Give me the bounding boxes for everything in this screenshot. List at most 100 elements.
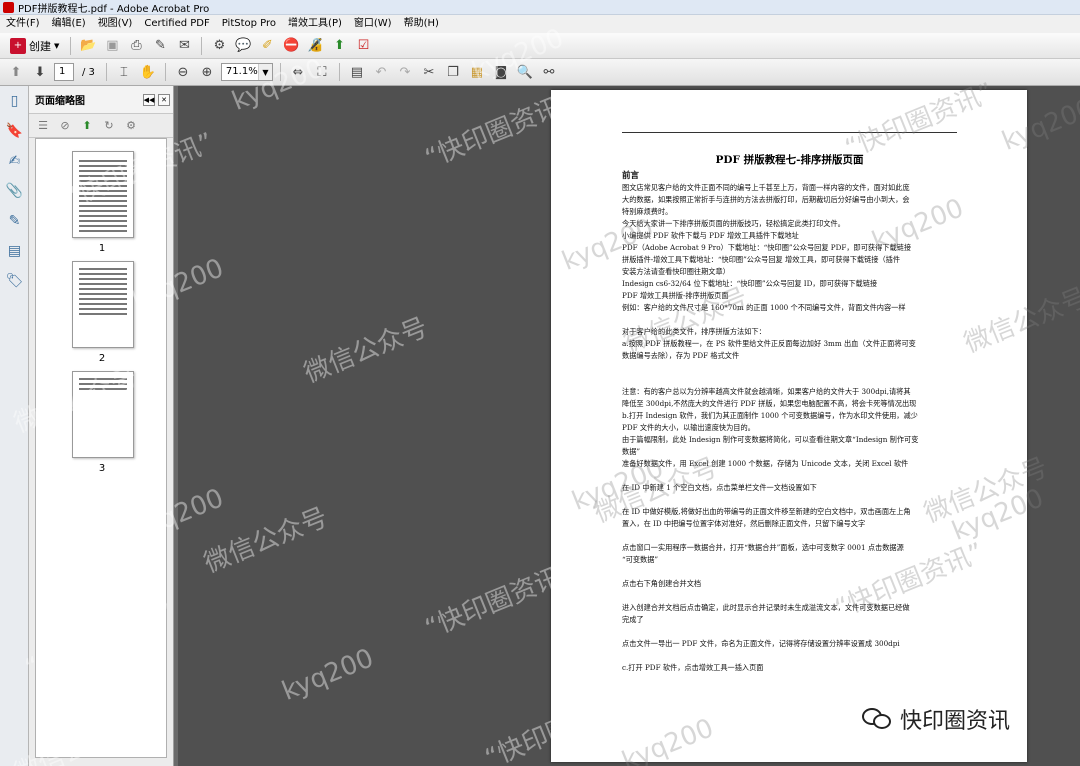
undo-button[interactable]: ↶ bbox=[371, 62, 391, 82]
document-body: 前言 图文店常见客户给的文件正面不同的编号上千甚至上万，背面一样内容的文件，面对如… bbox=[622, 170, 962, 674]
header-rule bbox=[622, 132, 957, 133]
fit-page-button[interactable]: ⛶ bbox=[312, 62, 332, 82]
zoom-value[interactable]: 71.1% bbox=[222, 64, 258, 80]
document-page: PDF 拼版教程七-排序拼版页面 前言 图文店常见客户给的文件正面不同的编号上千甚… bbox=[551, 90, 1027, 762]
print-button[interactable]: ⎙ bbox=[126, 36, 146, 56]
tag-icon: 🏷 bbox=[5, 273, 24, 289]
document-line: “可变数据” bbox=[622, 555, 659, 564]
open-button[interactable]: 📂 bbox=[78, 36, 98, 56]
chevron-down-icon[interactable]: ▼ bbox=[257, 64, 272, 80]
rotate-icon[interactable]: ↻ bbox=[101, 118, 117, 134]
prev-page-button[interactable]: ⬆ bbox=[6, 62, 26, 82]
combine-button[interactable]: ⬆ bbox=[329, 36, 349, 56]
paste-button[interactable]: ▦ bbox=[467, 62, 487, 82]
delete-page-icon[interactable]: ⊘ bbox=[57, 118, 73, 134]
panel-title: 页面缩略图 bbox=[35, 96, 85, 107]
brand-label: 快印圈资讯 bbox=[900, 709, 1011, 734]
zoom-select[interactable]: 71.1% ▼ bbox=[220, 63, 273, 81]
acrobat-logo-icon bbox=[3, 1, 14, 13]
document-line: 进入创建合并文档后点击确定，此时显示合并记录时未生成溢流文本，文件可变数据已经做 bbox=[622, 603, 910, 612]
tags-panel-button[interactable]: 🏷 bbox=[0, 266, 29, 296]
save-button[interactable]: ▣ bbox=[102, 36, 122, 56]
page-thumbnail-3[interactable] bbox=[72, 371, 134, 458]
document-title: PDF 拼版教程七-排序拼版页面 bbox=[715, 154, 864, 166]
menu-window[interactable]: 窗口(W) bbox=[348, 15, 398, 33]
panel-toolbar: ☰ ⊘ ⬆ ↻ ⚙ bbox=[29, 114, 173, 138]
page-thumbnails-panel: 页面缩略图 ◀◀ ✕ ☰ ⊘ ⬆ ↻ ⚙ 1 2 3 bbox=[29, 86, 174, 766]
highlight-button[interactable]: ✐ bbox=[257, 36, 277, 56]
tool-button[interactable]: ▤ bbox=[347, 62, 367, 82]
wechat-icon bbox=[862, 706, 894, 732]
form-button[interactable]: ☑ bbox=[353, 36, 373, 56]
menu-plugins[interactable]: 增效工具(P) bbox=[282, 15, 348, 33]
menu-pitstop-pro[interactable]: PitStop Pro bbox=[216, 15, 282, 33]
page-number-input[interactable]: 1 bbox=[54, 63, 74, 81]
properties-icon[interactable]: ⚙ bbox=[123, 118, 139, 134]
pages-panel-button[interactable]: ▯ bbox=[0, 86, 29, 116]
save-icon: ▣ bbox=[106, 38, 119, 53]
document-line: 今天给大家讲一下排序拼版页面的拼版技巧，轻松搞定此类打印文件。 bbox=[622, 219, 845, 228]
prev-page-icon: ⬆ bbox=[10, 64, 22, 80]
cut-button[interactable]: ✂ bbox=[419, 62, 439, 82]
menu-file[interactable]: 文件(F) bbox=[0, 15, 46, 33]
create-icon: + bbox=[10, 37, 26, 54]
document-line: 图文店常见客户给的文件正面不同的编号上千甚至上万，背面一样内容的文件，面对如此庞 bbox=[622, 183, 910, 192]
search-button[interactable]: 🔍 bbox=[515, 62, 535, 82]
document-line: PDF 文件的大小，以输出速度快为目的。 bbox=[622, 423, 755, 432]
create-button[interactable]: + 创建 ▼ bbox=[6, 36, 63, 56]
zoom-out-button[interactable]: ⊖ bbox=[173, 62, 193, 82]
panel-splitter[interactable] bbox=[174, 86, 178, 766]
attachments-panel-button[interactable]: 📎 bbox=[0, 176, 29, 206]
document-line: 在 ID 中新建 1 个空白文档，点击菜单栏文件一文档设置如下 bbox=[622, 483, 817, 492]
navigation-pane-strip: ▯ 🔖 ✍ 📎 ✎ ▤ 🏷 bbox=[0, 86, 29, 766]
edit-icon: ✎ bbox=[154, 38, 166, 53]
settings-button[interactable]: ⚙ bbox=[209, 36, 229, 56]
next-page-button[interactable]: ⬇ bbox=[30, 62, 50, 82]
open-icon: 📂 bbox=[80, 38, 97, 53]
find-button[interactable]: ⚯ bbox=[539, 62, 559, 82]
brand-badge: 快印圈资讯 bbox=[862, 703, 1010, 735]
snapshot-button[interactable]: ◙ bbox=[491, 62, 511, 82]
thumbnail-label: 2 bbox=[98, 353, 106, 364]
menu-certified-pdf[interactable]: Certified PDF bbox=[138, 15, 215, 33]
zoom-in-button[interactable]: ⊕ bbox=[197, 62, 217, 82]
collapse-panel-button[interactable]: ◀◀ bbox=[143, 93, 155, 106]
signatures-panel-button[interactable]: ✍ bbox=[0, 146, 29, 176]
layers-panel-button[interactable]: ✎ bbox=[0, 206, 29, 236]
document-line: PDF（Adobe Acrobat 9 Pro）下载地址：“快印圈”公众号回复 … bbox=[622, 243, 912, 252]
fit-width-button[interactable]: ⇔ bbox=[288, 62, 308, 82]
close-panel-button[interactable]: ✕ bbox=[158, 93, 170, 106]
watermark-text: 微信公众号 bbox=[200, 502, 332, 580]
document-line: 数据” bbox=[622, 447, 641, 456]
create-label: 创建 bbox=[29, 39, 51, 53]
document-line: 对于客户给的此类文件，排序拼版方法如下： bbox=[622, 327, 766, 336]
hand-tool-button[interactable]: ✋ bbox=[138, 62, 158, 82]
select-tool-button[interactable]: ⌶ bbox=[114, 62, 134, 82]
options-icon[interactable]: ☰ bbox=[35, 118, 51, 134]
insert-page-icon[interactable]: ⬆ bbox=[79, 118, 95, 134]
menu-view[interactable]: 视图(V) bbox=[92, 15, 139, 33]
redo-button[interactable]: ↷ bbox=[395, 62, 415, 82]
thumbnail-label: 1 bbox=[98, 243, 106, 254]
menu-edit[interactable]: 编辑(E) bbox=[46, 15, 92, 33]
edit-button[interactable]: ✎ bbox=[150, 36, 170, 56]
undo-icon: ↶ bbox=[375, 64, 387, 80]
menu-help[interactable]: 帮助(H) bbox=[398, 15, 445, 33]
page-thumbnail-2[interactable] bbox=[72, 261, 134, 348]
sign-button[interactable]: 🔏 bbox=[305, 36, 325, 56]
page-thumbnail-1[interactable] bbox=[72, 151, 134, 238]
signature-icon: ✍ bbox=[8, 153, 21, 169]
title-bar: PDF拼版教程七.pdf - Adobe Acrobat Pro bbox=[0, 0, 1080, 15]
comment-button[interactable]: 💬 bbox=[233, 36, 253, 56]
toolbar-divider bbox=[338, 63, 340, 81]
secure-button[interactable]: ⛔ bbox=[281, 36, 301, 56]
redo-icon: ↷ bbox=[399, 64, 411, 80]
bookmarks-panel-button[interactable]: 🔖 bbox=[0, 116, 29, 146]
zoom-in-icon: ⊕ bbox=[201, 64, 213, 80]
content-panel-button[interactable]: ▤ bbox=[0, 236, 29, 266]
copy-button[interactable]: ❐ bbox=[443, 62, 463, 82]
email-button[interactable]: ✉ bbox=[174, 36, 194, 56]
document-line: b.打开 Indesign 软件，我们为其正面制作 1000 个可变数据编号，作… bbox=[622, 411, 918, 420]
